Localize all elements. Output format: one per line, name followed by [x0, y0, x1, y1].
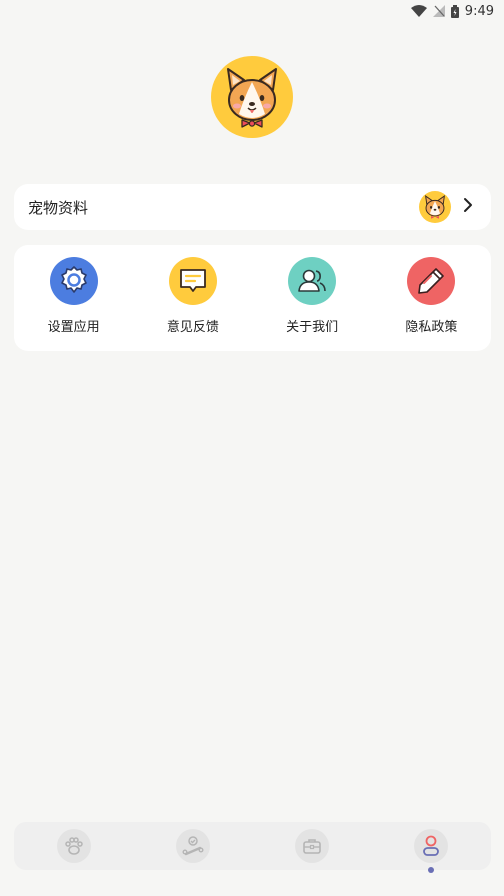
pet-avatar-icon	[419, 191, 451, 223]
tab-tools[interactable]	[282, 822, 342, 870]
menu-item-feedback[interactable]: 意见反馈	[138, 257, 248, 335]
avatar[interactable]	[211, 56, 293, 138]
battery-icon	[450, 4, 459, 18]
tab-care[interactable]	[163, 822, 223, 870]
menu-label: 设置应用	[47, 320, 100, 335]
briefcase-icon	[295, 829, 330, 863]
bone-icon	[175, 829, 210, 863]
menu-grid: 设置应用 意见反馈 关于我们 隐私政策	[14, 245, 491, 351]
status-time: 9:49	[464, 3, 494, 19]
pet-info-row[interactable]: 宠物资料	[14, 184, 491, 230]
users-icon	[288, 257, 337, 305]
menu-label: 关于我们	[286, 320, 339, 335]
bottom-tab-bar	[14, 822, 491, 873]
tab-profile[interactable]	[401, 822, 461, 873]
pencil-icon	[407, 257, 456, 305]
no-signal-icon	[432, 5, 445, 17]
active-tab-indicator	[428, 867, 435, 873]
menu-item-settings[interactable]: 设置应用	[19, 257, 129, 335]
menu-item-about[interactable]: 关于我们	[257, 257, 367, 335]
status-bar: 9:49	[0, 0, 504, 22]
pet-info-label: 宠物资料	[28, 198, 89, 217]
wifi-icon	[410, 5, 427, 17]
paw-icon	[56, 829, 91, 863]
chevron-right-icon	[463, 197, 473, 217]
tab-home[interactable]	[44, 822, 104, 870]
menu-label: 意见反馈	[166, 320, 219, 335]
message-icon	[168, 257, 217, 305]
gear-icon	[49, 257, 98, 305]
menu-label: 隐私政策	[405, 320, 458, 335]
menu-item-privacy[interactable]: 隐私政策	[376, 257, 486, 335]
corgi-avatar-icon	[227, 68, 277, 128]
profile-icon	[414, 829, 449, 863]
